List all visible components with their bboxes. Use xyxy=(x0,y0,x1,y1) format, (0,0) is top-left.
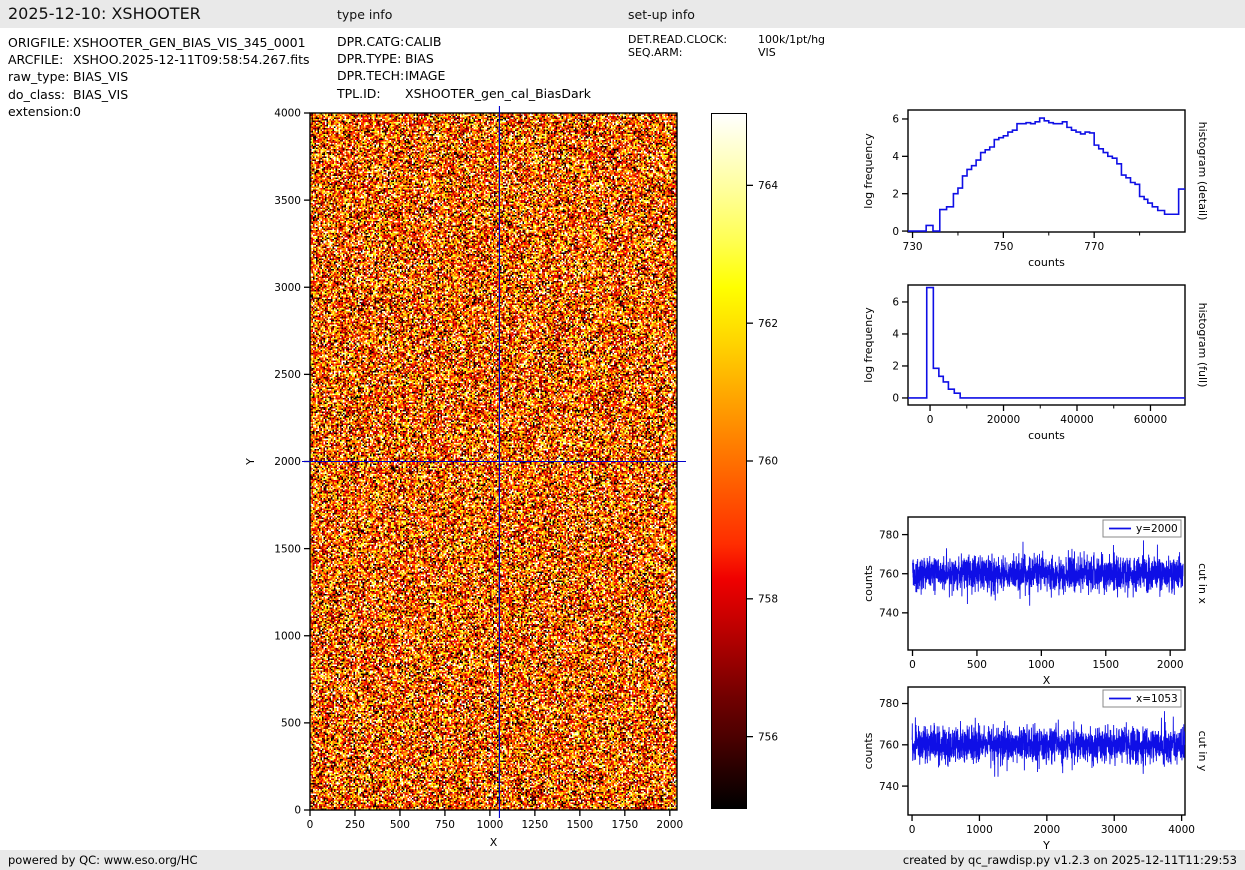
svg-text:780: 780 xyxy=(879,529,899,541)
svg-text:1750: 1750 xyxy=(611,819,638,831)
svg-text:1000: 1000 xyxy=(1028,659,1055,671)
svg-text:60000: 60000 xyxy=(1134,414,1167,426)
svg-text:20000: 20000 xyxy=(987,414,1020,426)
figure-area: 0 250 500 750 1000 1250 1500 1750 2000 0 500 1000 15… xyxy=(0,0,1245,870)
svg-text:counts: counts xyxy=(1028,429,1065,442)
histogram-detail-plot: 730 750 770 0 2 4 6 counts log frequency histogra… xyxy=(862,109,1209,269)
svg-text:758: 758 xyxy=(758,594,778,606)
histogram-full-plot: 0 20000 40000 60000 0 2 4 6 counts log frequency h… xyxy=(862,284,1209,442)
svg-text:4000: 4000 xyxy=(274,108,301,120)
svg-text:3500: 3500 xyxy=(274,195,301,207)
colorbar xyxy=(711,113,747,809)
svg-text:3000: 3000 xyxy=(274,282,301,294)
footer-left-text: powered by QC: www.eso.org/HC xyxy=(8,853,198,867)
svg-text:Y: Y xyxy=(244,458,257,466)
svg-text:2500: 2500 xyxy=(274,369,301,381)
svg-text:4000: 4000 xyxy=(1168,824,1195,836)
svg-text:histogram (full): histogram (full) xyxy=(1196,303,1209,388)
svg-text:770: 770 xyxy=(1084,241,1104,253)
svg-text:760: 760 xyxy=(879,568,899,580)
svg-text:3000: 3000 xyxy=(1101,824,1128,836)
svg-text:2000: 2000 xyxy=(656,819,683,831)
svg-text:x=1053: x=1053 xyxy=(1136,693,1178,705)
svg-text:log frequency: log frequency xyxy=(862,133,875,209)
svg-text:4: 4 xyxy=(892,151,899,163)
svg-text:40000: 40000 xyxy=(1060,414,1093,426)
bias-image-axes: 0 250 500 750 1000 1250 1500 1750 2000 0 500 1000 15… xyxy=(244,106,686,849)
svg-text:730: 730 xyxy=(903,241,923,253)
cut-in-x-plot: 0 500 1000 1500 2000740760780Xcounts cut in x… xyxy=(862,516,1209,687)
svg-text:6: 6 xyxy=(892,297,899,309)
svg-text:0: 0 xyxy=(892,226,899,238)
svg-text:histogram (detail): histogram (detail) xyxy=(1196,122,1209,221)
svg-text:762: 762 xyxy=(758,318,778,330)
svg-text:cut in y: cut in y xyxy=(1196,731,1209,772)
qc-report-page: 2025-12-10: XSHOOTER type info set-up in… xyxy=(0,0,1245,870)
svg-text:1250: 1250 xyxy=(522,819,549,831)
footer-bar: powered by QC: www.eso.org/HC created by… xyxy=(0,850,1245,870)
svg-text:2: 2 xyxy=(892,361,899,373)
colorbar-ticks: 764 762 760 758 756 xyxy=(746,180,778,743)
svg-text:counts: counts xyxy=(1028,256,1065,269)
svg-text:500: 500 xyxy=(390,819,410,831)
svg-text:0: 0 xyxy=(294,805,301,817)
svg-text:750: 750 xyxy=(993,241,1013,253)
svg-text:750: 750 xyxy=(435,819,455,831)
svg-text:0: 0 xyxy=(909,659,916,671)
svg-text:760: 760 xyxy=(758,456,778,468)
svg-text:2000: 2000 xyxy=(1033,824,1060,836)
svg-text:760: 760 xyxy=(879,740,899,752)
svg-text:740: 740 xyxy=(879,608,899,620)
svg-text:0: 0 xyxy=(307,819,314,831)
svg-text:log frequency: log frequency xyxy=(862,307,875,383)
svg-text:2: 2 xyxy=(892,188,899,200)
svg-text:780: 780 xyxy=(879,698,899,710)
svg-text:X: X xyxy=(490,836,498,849)
svg-text:500: 500 xyxy=(967,659,987,671)
svg-text:1000: 1000 xyxy=(477,819,504,831)
svg-text:0: 0 xyxy=(892,393,899,405)
svg-text:1000: 1000 xyxy=(274,630,301,642)
svg-text:756: 756 xyxy=(758,731,778,743)
svg-text:4: 4 xyxy=(892,329,899,341)
svg-text:6: 6 xyxy=(892,114,899,126)
svg-text:counts: counts xyxy=(862,565,875,602)
svg-text:2000: 2000 xyxy=(274,456,301,468)
svg-text:1500: 1500 xyxy=(274,543,301,555)
svg-text:500: 500 xyxy=(281,718,301,730)
cut-in-y-plot: 0 1000 2000 3000 4000740760780Ycounts cut in … xyxy=(862,686,1209,852)
footer-right-text: created by qc_rawdisp.py v1.2.3 on 2025-… xyxy=(902,853,1237,867)
svg-text:1500: 1500 xyxy=(566,819,593,831)
svg-text:0: 0 xyxy=(909,824,916,836)
svg-text:1000: 1000 xyxy=(966,824,993,836)
svg-text:cut in x: cut in x xyxy=(1196,563,1209,604)
svg-text:764: 764 xyxy=(758,180,778,192)
svg-text:740: 740 xyxy=(879,781,899,793)
svg-text:counts: counts xyxy=(862,732,875,769)
svg-text:1500: 1500 xyxy=(1092,659,1119,671)
svg-text:250: 250 xyxy=(345,819,365,831)
svg-text:0: 0 xyxy=(927,414,934,426)
svg-text:2000: 2000 xyxy=(1157,659,1184,671)
svg-text:y=2000: y=2000 xyxy=(1136,523,1178,535)
